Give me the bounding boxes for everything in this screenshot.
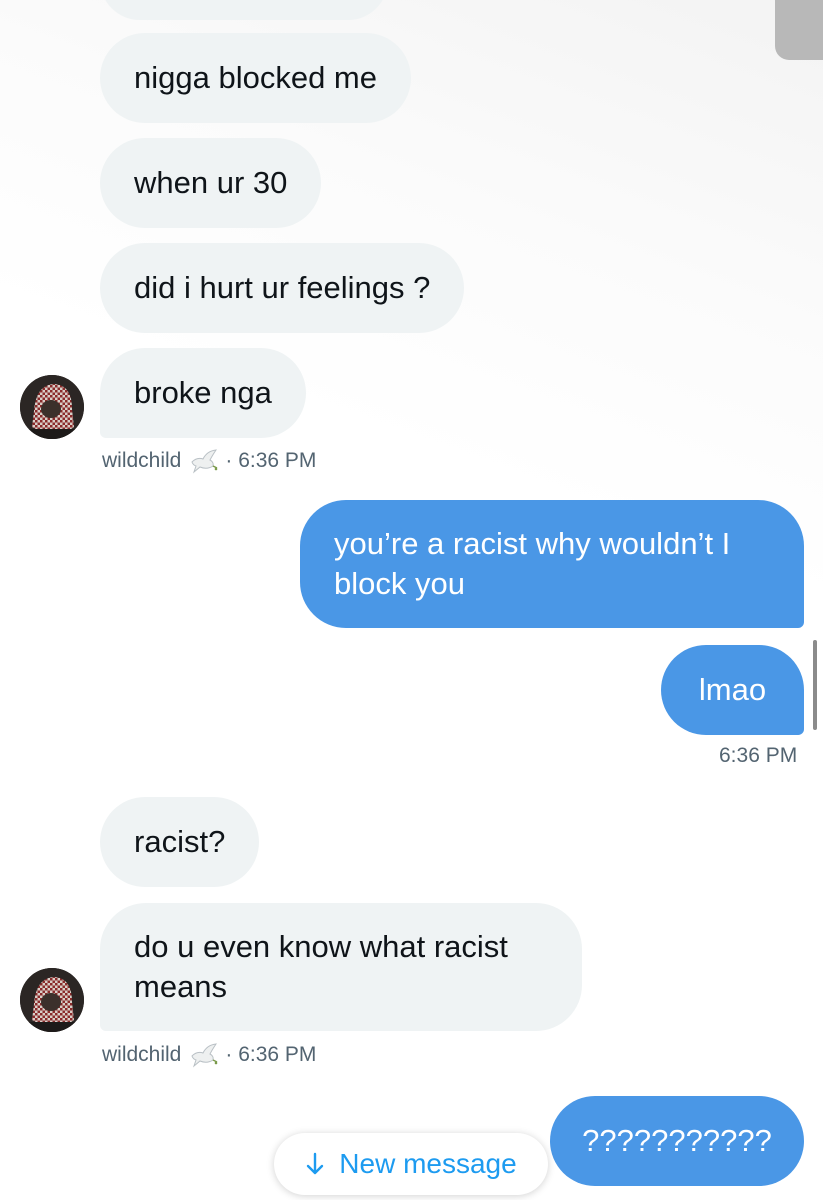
avatar-image	[20, 375, 84, 439]
message-text: broke nga	[134, 375, 272, 410]
message-bubble-received[interactable]: do u even know what racist means	[100, 903, 582, 1031]
message-text: ???????????	[582, 1123, 772, 1158]
message-meta: wildchild · 6:36 PM	[102, 448, 316, 474]
scrollbar-thumb[interactable]	[813, 640, 817, 730]
message-text: you’re a racist why wouldn’t I block you	[334, 526, 731, 601]
message-text: lmao	[698, 672, 767, 707]
message-meta: wildchild · 6:36 PM	[102, 1042, 316, 1068]
message-time: · 6:36 PM	[225, 449, 317, 472]
dm-conversation: nigga blocked me when ur 30 did i hurt u…	[0, 0, 823, 1200]
sender-avatar[interactable]	[20, 968, 84, 1032]
message-bubble-sent[interactable]: lmao	[661, 645, 804, 735]
sender-avatar[interactable]	[20, 375, 84, 439]
message-time: · 6:36 PM	[225, 1043, 317, 1066]
message-bubble-received[interactable]: nigga blocked me	[100, 33, 411, 123]
message-text: do u even know what racist means	[134, 929, 508, 1004]
message-bubble-sent[interactable]: you’re a racist why wouldn’t I block you	[300, 500, 804, 628]
message-bubble-received[interactable]: racist?	[100, 797, 260, 887]
message-time: 6:36 PM	[719, 744, 798, 767]
message-text: racist?	[134, 824, 226, 859]
dove-icon	[189, 1042, 219, 1068]
message-meta: 6:36 PM	[719, 744, 797, 768]
message-bubble-sent[interactable]: ???????????	[550, 1096, 804, 1186]
message-text: did i hurt ur feelings ?	[134, 270, 431, 305]
scroll-thumb-top[interactable]	[775, 0, 823, 60]
message-bubble-received[interactable]: did i hurt ur feelings ?	[100, 243, 465, 333]
message-bubble-partial[interactable]	[100, 0, 388, 20]
new-message-button[interactable]: New message	[274, 1133, 548, 1195]
avatar-image	[20, 968, 84, 1032]
message-text: nigga blocked me	[134, 60, 377, 95]
dove-icon	[189, 448, 219, 474]
new-message-label: New message	[339, 1148, 517, 1179]
sender-name: wildchild	[102, 1043, 182, 1066]
message-bubble-received[interactable]: when ur 30	[100, 138, 322, 228]
arrow-down-icon	[305, 1151, 325, 1177]
message-bubble-received[interactable]: broke nga	[100, 348, 306, 438]
sender-name: wildchild	[102, 449, 182, 472]
message-text: when ur 30	[134, 165, 288, 200]
